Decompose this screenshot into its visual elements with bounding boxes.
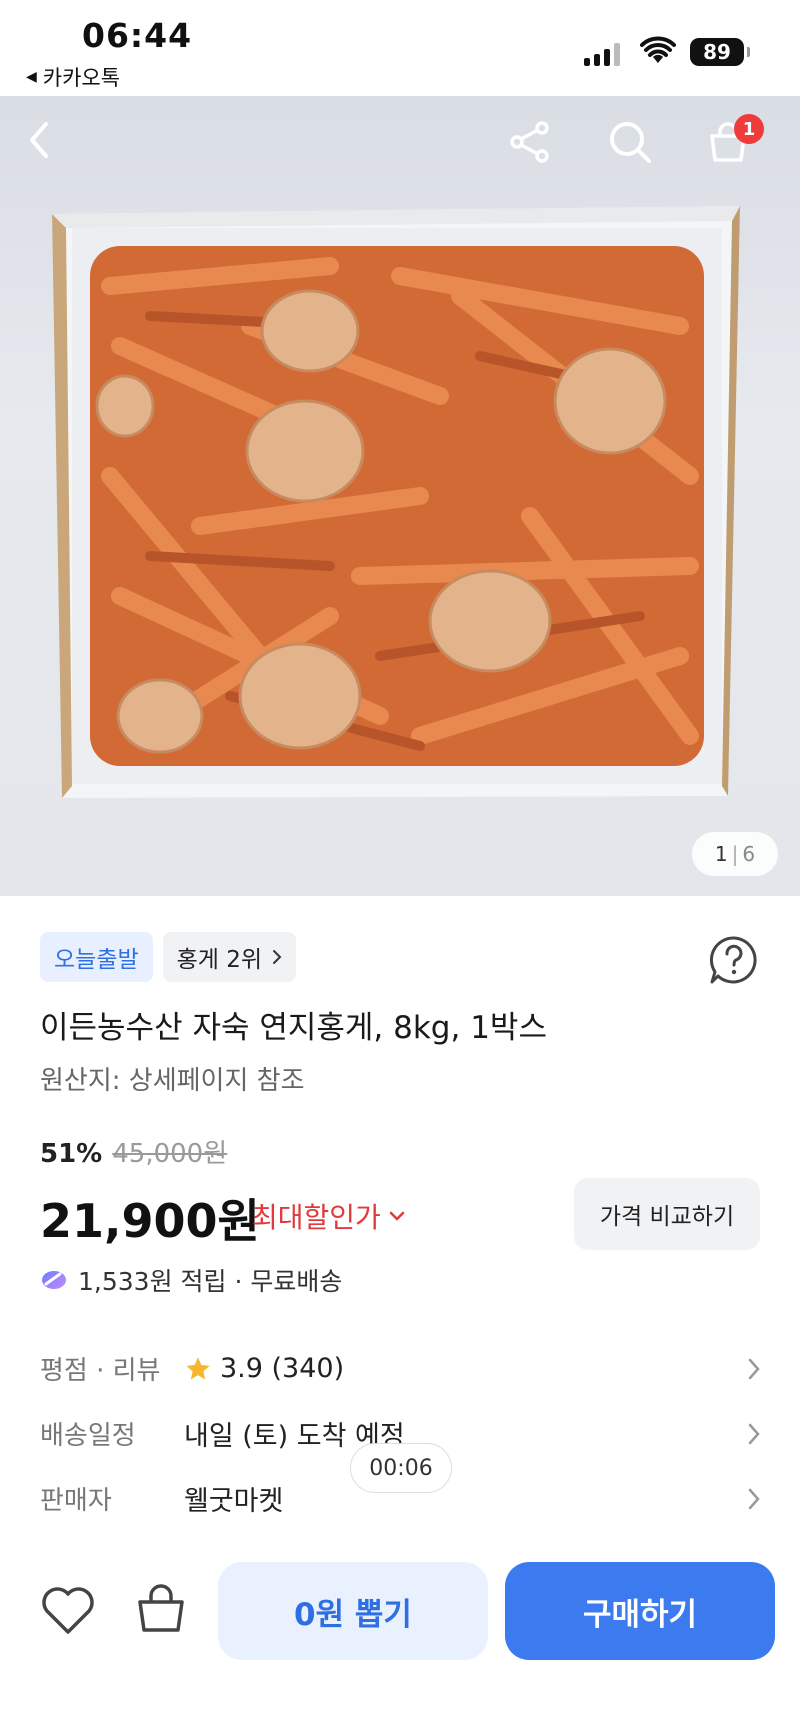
countdown-timer-pill: 00:06 bbox=[350, 1443, 452, 1493]
cart-button[interactable]: 1 bbox=[706, 114, 764, 176]
seller-label: 판매자 bbox=[40, 1486, 112, 1516]
sale-price: 21,900원 bbox=[40, 1194, 260, 1248]
max-discount-toggle[interactable]: 최대할인가 bbox=[252, 1196, 405, 1236]
chevron-right-icon bbox=[748, 1488, 760, 1509]
today-ship-badge: 오늘출발 bbox=[40, 932, 153, 982]
pager-separator: | bbox=[731, 842, 739, 866]
product-image-carousel[interactable]: 1 1 | 6 bbox=[0, 96, 800, 896]
chevron-down-icon bbox=[389, 1211, 405, 1221]
product-photo bbox=[52, 206, 740, 798]
product-badges: 오늘출발 홍게 2위 bbox=[40, 932, 297, 982]
pager-current: 1 bbox=[714, 842, 728, 866]
chevron-right-icon bbox=[273, 950, 282, 964]
add-to-cart-icon[interactable] bbox=[134, 1582, 188, 1636]
share-button[interactable] bbox=[508, 120, 564, 176]
back-app-label: 카카오톡 bbox=[42, 66, 121, 90]
status-bar: 06:44 ◀ 카카오톡 89 bbox=[0, 0, 800, 96]
back-button[interactable] bbox=[24, 120, 80, 176]
price-compare-button[interactable]: 가격 비교하기 bbox=[574, 1178, 760, 1250]
rating-label: 평점 · 리뷰 bbox=[40, 1356, 161, 1386]
back-icon bbox=[30, 122, 48, 158]
cellular-signal-icon bbox=[584, 42, 620, 66]
pager-total: 6 bbox=[742, 842, 756, 866]
original-price: 45,000원 bbox=[112, 1139, 228, 1169]
seller-value: 웰굿마켓 bbox=[184, 1486, 284, 1517]
zero-won-draw-button[interactable]: 0원 뽑기 bbox=[218, 1562, 488, 1660]
wifi-icon bbox=[640, 36, 676, 63]
buy-now-button[interactable]: 구매하기 bbox=[505, 1562, 775, 1660]
discount-rate: 51% bbox=[40, 1139, 103, 1169]
image-pager: 1 | 6 bbox=[692, 832, 778, 876]
discount-info: 51% 45,000원 bbox=[40, 1133, 227, 1170]
chevron-right-icon bbox=[748, 1358, 760, 1379]
product-info-rows: 평점 · 리뷰 3.9 (340) 배송일정 내일 (토) 도착 예정 판매자 … bbox=[40, 1336, 760, 1531]
status-time: 06:44 bbox=[82, 16, 193, 55]
back-triangle-icon: ◀ bbox=[26, 69, 37, 85]
search-icon bbox=[610, 122, 651, 163]
rating-review-row[interactable]: 평점 · 리뷰 3.9 (340) bbox=[40, 1336, 760, 1401]
chevron-right-icon bbox=[748, 1423, 760, 1444]
bottom-action-bar: 0원 뽑기 구매하기 bbox=[0, 1540, 800, 1731]
wishlist-heart-icon[interactable] bbox=[40, 1584, 96, 1636]
category-rank-badge[interactable]: 홍게 2위 bbox=[162, 932, 297, 982]
points-text: 1,533원 적립 · 무료배송 bbox=[78, 1267, 343, 1296]
battery-indicator: 89 bbox=[690, 38, 750, 66]
product-origin: 원산지: 상세페이지 참조 bbox=[40, 1066, 305, 1096]
reward-points: 1,533원 적립 · 무료배송 bbox=[40, 1262, 342, 1298]
search-button[interactable] bbox=[608, 120, 664, 176]
star-icon bbox=[186, 1356, 210, 1379]
points-coin-icon bbox=[42, 1271, 66, 1289]
rating-value: 3.9 (340) bbox=[220, 1353, 345, 1384]
delivery-label: 배송일정 bbox=[40, 1421, 136, 1451]
back-to-app-link[interactable]: ◀ 카카오톡 bbox=[26, 62, 120, 92]
rank-label: 홍게 2위 bbox=[176, 947, 263, 973]
rating-value-wrap: 3.9 (340) bbox=[184, 1353, 344, 1384]
max-discount-label: 최대할인가 bbox=[252, 1201, 381, 1234]
product-title: 이든농수산 자숙 연지홍게, 8kg, 1박스 bbox=[40, 1010, 547, 1046]
help-chat-icon[interactable] bbox=[706, 932, 762, 988]
cart-count-badge: 1 bbox=[734, 114, 764, 144]
share-icon bbox=[510, 121, 549, 163]
